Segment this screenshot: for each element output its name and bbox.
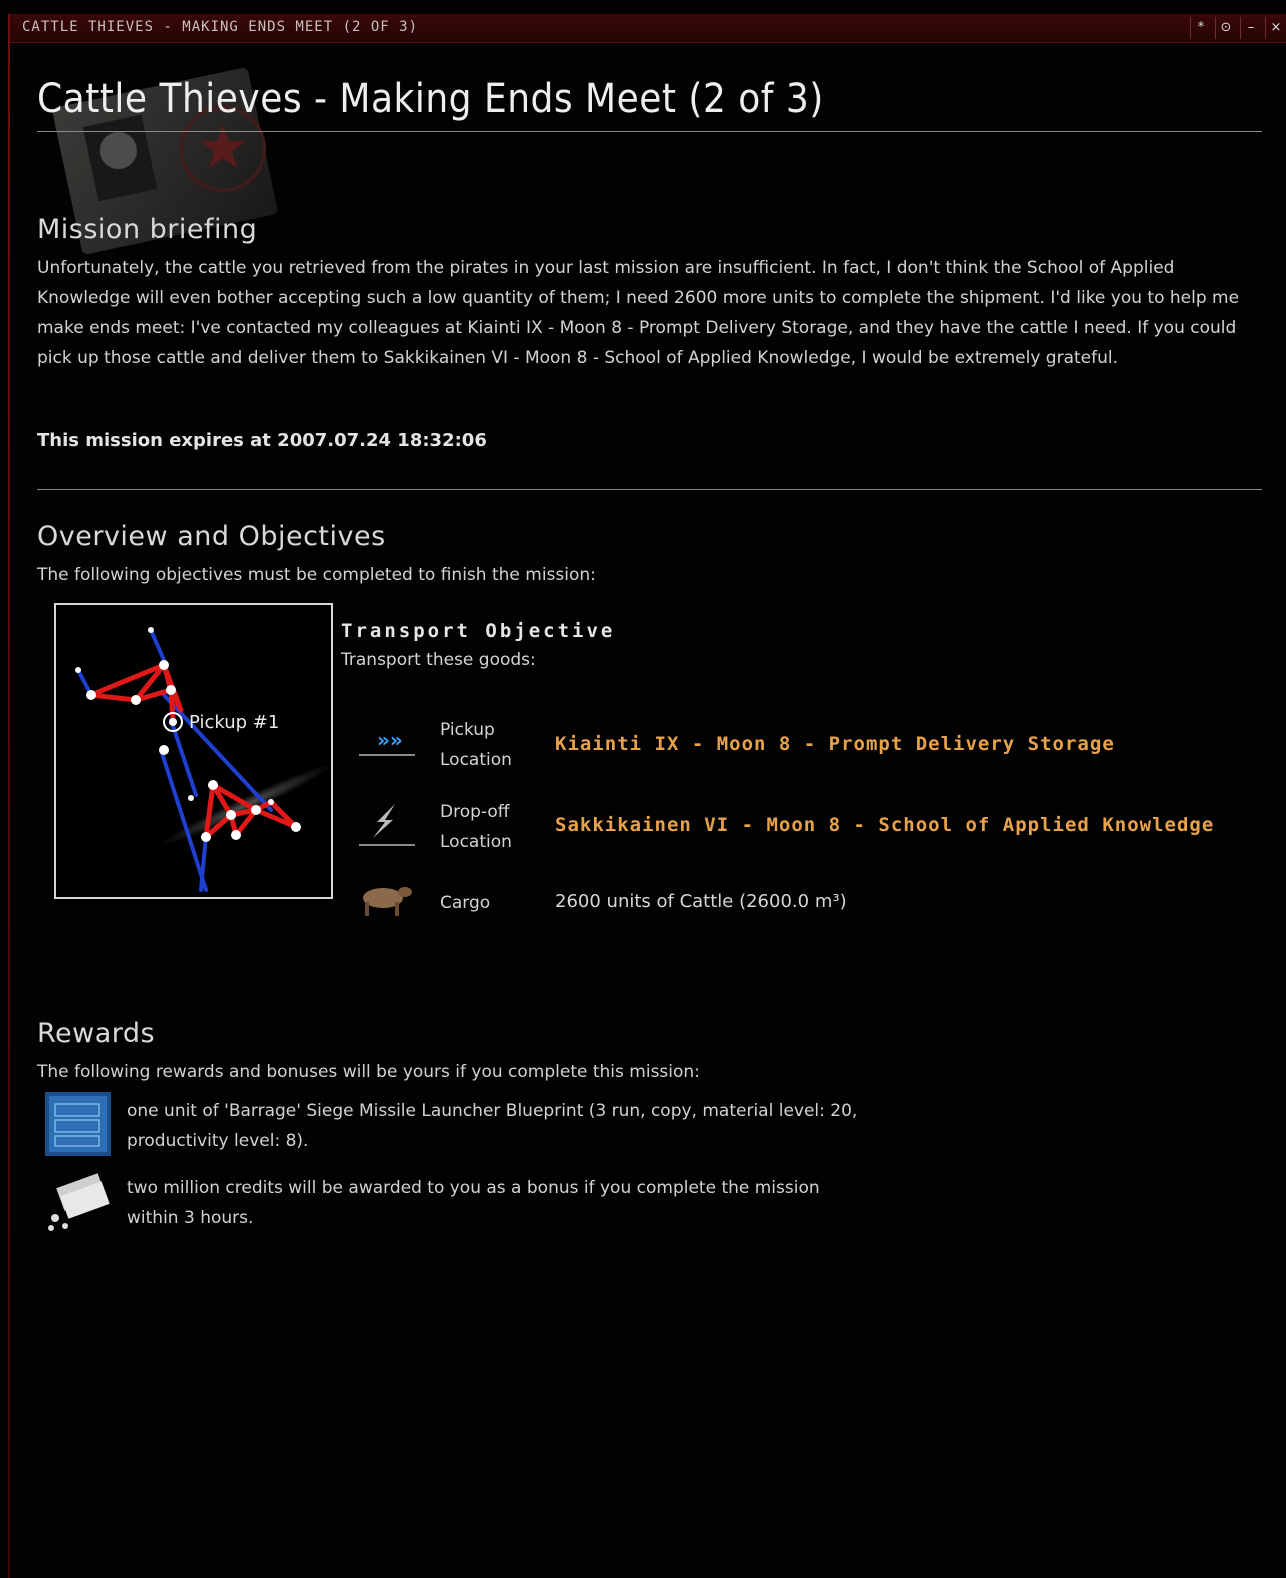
- star-map-graphic: [75, 627, 331, 892]
- map-pickup-label: Pickup #1: [189, 712, 280, 733]
- pin-icon[interactable]: *: [1190, 17, 1211, 39]
- school-logo-icon: [355, 800, 417, 850]
- isk-credits-icon: [45, 1170, 111, 1234]
- cargo-value: 2600 units of Cattle (2600.0 m³): [555, 891, 847, 912]
- overview-heading: Overview and Objectives: [37, 521, 386, 552]
- objective-subtitle: Transport these goods:: [341, 650, 536, 670]
- reward-item-blueprint: one unit of 'Barrage' Siege Missile Laun…: [127, 1101, 858, 1151]
- options-icon[interactable]: ⊙: [1215, 17, 1236, 39]
- corporation-logo-icon: »»: [355, 722, 417, 772]
- window-title: CATTLE THIEVES - MAKING ENDS MEET (2 OF …: [22, 19, 419, 35]
- window-controls: * ⊙ – ×: [1186, 17, 1286, 39]
- svg-text:»»: »»: [377, 728, 403, 752]
- close-icon[interactable]: ×: [1265, 17, 1286, 39]
- window-titlebar[interactable]: CATTLE THIEVES - MAKING ENDS MEET (2 OF …: [10, 14, 1286, 43]
- briefing-heading: Mission briefing: [37, 214, 258, 245]
- reward-item-bonus: two million credits will be awarded to y…: [127, 1178, 820, 1228]
- briefing-text: Unfortunately, the cattle you retrieved …: [37, 258, 1240, 368]
- mission-expiry: This mission expires at 2007.07.24 18:32…: [37, 430, 487, 451]
- blueprint-icon[interactable]: [45, 1092, 111, 1156]
- rewards-heading: Rewards: [37, 1018, 156, 1049]
- title-divider: [37, 131, 1262, 132]
- cattle-icon: [355, 878, 417, 928]
- pickup-location-link[interactable]: Kiainti IX - Moon 8 - Prompt Delivery St…: [555, 733, 1115, 755]
- cargo-label: Cargo: [440, 893, 491, 913]
- mission-title: Cattle Thieves - Making Ends Meet (2 of …: [37, 76, 824, 122]
- mission-window: CATTLE THIEVES - MAKING ENDS MEET (2 OF …: [0, 0, 1286, 1578]
- pickup-label: Pickup Location: [440, 720, 512, 770]
- objective-title: Transport Objective: [341, 620, 616, 642]
- rewards-intro: The following rewards and bonuses will b…: [37, 1062, 700, 1082]
- overview-intro: The following objectives must be complet…: [37, 565, 596, 585]
- route-star-map[interactable]: Pickup #1: [54, 603, 333, 899]
- dropoff-location-link[interactable]: Sakkikainen VI - Moon 8 - School of Appl…: [555, 814, 1214, 836]
- minimize-icon[interactable]: –: [1240, 17, 1261, 39]
- briefing-divider: [37, 489, 1262, 490]
- window-edge: [8, 14, 10, 1578]
- dropoff-label: Drop-off Location: [440, 802, 512, 852]
